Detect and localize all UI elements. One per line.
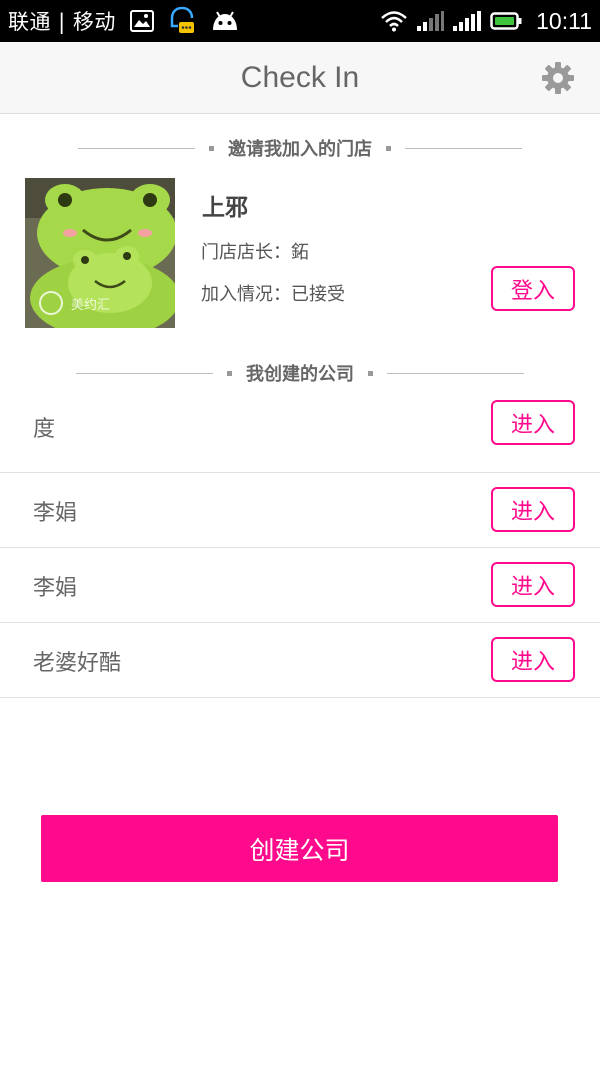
login-button[interactable]: 登入 bbox=[491, 266, 575, 311]
company-list: 度 进入 李娟 进入 李娟 进入 老婆好酷 进入 bbox=[0, 391, 600, 698]
app-header: Check In bbox=[0, 42, 600, 114]
company-row: 度 进入 bbox=[0, 391, 600, 473]
notification-icons bbox=[129, 6, 240, 36]
status-bar: 联通 | 移动 10:11 bbox=[0, 0, 600, 42]
signal-icon-2 bbox=[453, 11, 482, 31]
created-section-header: 我创建的公司 bbox=[0, 355, 600, 391]
divider bbox=[76, 372, 213, 374]
signal-icon-1 bbox=[417, 11, 445, 31]
created-section-label: 我创建的公司 bbox=[246, 364, 354, 385]
company-name: 李娟 bbox=[33, 501, 78, 526]
divider-dot bbox=[227, 370, 232, 376]
divider bbox=[387, 372, 524, 374]
divider-dot bbox=[368, 370, 373, 376]
chat-app-icon bbox=[170, 6, 194, 33]
enter-button[interactable]: 进入 bbox=[491, 637, 575, 682]
android-icon bbox=[212, 11, 237, 30]
company-row: 李娟 进入 bbox=[0, 548, 600, 623]
store-owner: 门店店长：鉐 bbox=[201, 242, 309, 263]
create-company-button[interactable]: 创建公司 bbox=[41, 815, 558, 882]
company-row: 老婆好酷 进入 bbox=[0, 623, 600, 698]
carrier-label: 联通 | 移动 bbox=[8, 10, 116, 34]
page-title: Check In bbox=[240, 60, 360, 94]
battery-icon bbox=[490, 12, 522, 30]
enter-button[interactable]: 进入 bbox=[491, 400, 575, 445]
company-name: 李娟 bbox=[33, 576, 78, 601]
enter-button[interactable]: 进入 bbox=[491, 562, 575, 607]
system-icons: 10:11 bbox=[380, 8, 592, 35]
company-name: 老婆好酷 bbox=[33, 651, 122, 676]
company-name: 度 bbox=[33, 417, 56, 442]
clock: 10:11 bbox=[536, 7, 592, 34]
avatar-watermark: 美约汇 bbox=[71, 298, 111, 313]
image-icon bbox=[129, 10, 154, 32]
settings-gear-icon[interactable] bbox=[542, 62, 574, 94]
store-name: 上邪 bbox=[202, 195, 248, 221]
company-row: 李娟 进入 bbox=[0, 473, 600, 548]
store-avatar: 美约汇 bbox=[25, 178, 175, 328]
enter-button[interactable]: 进入 bbox=[491, 487, 575, 532]
store-join-status: 加入情况：已接受 bbox=[201, 284, 345, 305]
store-card: 美约汇 上邪 门店店长：鉐 加入情况：已接受 登入 bbox=[0, 130, 600, 330]
wifi-icon bbox=[381, 11, 407, 32]
